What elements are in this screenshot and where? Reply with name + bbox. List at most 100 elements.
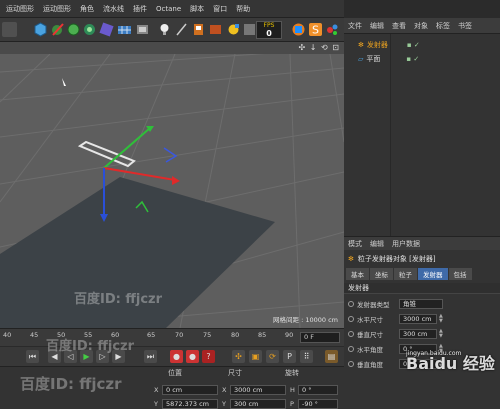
baidu-logo-text: Baidu 经验 [406,354,495,373]
spinner-icon[interactable]: ▲ ▼ [439,314,445,324]
field-label: 水平角度 [357,346,383,354]
om-menu-bookmark[interactable]: 书签 [458,21,472,31]
grid-spacing-label: 网格间距 : 10000 cm [273,316,338,324]
am-menu-edit[interactable]: 编辑 [370,239,384,249]
script-s-icon[interactable]: S [308,22,323,37]
object-row-emitter[interactable]: ✻ 发射器 ▪ ✓ [344,38,500,52]
axis-label: H [290,385,295,394]
menu-bar: 运动图形 运动图形 角色 流水线 插件 Octane 脚本 窗口 帮助 [0,0,344,18]
go-to-end-button[interactable]: ⏭ [144,350,157,363]
record-button[interactable]: ● [170,350,183,363]
parameter-key-icon[interactable]: P [283,350,296,363]
molecule-icon[interactable] [325,22,340,37]
point-level-icon[interactable]: ⠿ [300,350,313,363]
timeline-window-icon[interactable]: ▤ [325,350,338,363]
current-frame-field[interactable]: 0 F [300,332,340,343]
floor-grid-icon[interactable] [117,22,132,37]
tab-include[interactable]: 包括 [448,268,472,280]
object-row-plane[interactable]: ▱ 平面 ▪ ✓ [344,52,500,66]
am-menu-mode[interactable]: 模式 [348,239,362,249]
am-menu-userdata[interactable]: 用户数据 [392,239,420,249]
viewport-nav-icons[interactable]: ✣ ↓ ⟲ ⊡ [299,43,340,52]
emitter-type-select[interactable]: 角锥 [399,299,443,309]
go-to-start-button[interactable]: ⏮ [26,350,39,363]
spinner-icon[interactable]: ▲ ▼ [439,329,445,339]
menu-help[interactable]: 帮助 [236,4,250,14]
fps-display: FPS 0 [256,21,282,39]
coord-row-y: Y 5872.373 cm Y 300 cm P -90 ° [154,398,338,409]
pen-tool-icon[interactable] [50,22,65,37]
autokey-button[interactable]: ● [186,350,199,363]
position-key-icon[interactable]: ✣ [232,350,245,363]
om-menu-edit[interactable]: 编辑 [370,21,384,31]
om-menu-file[interactable]: 文件 [348,21,362,31]
timeline-tick: 80 [231,331,240,339]
keyframe-dot-icon[interactable] [348,361,354,367]
octane-icon[interactable] [242,22,257,37]
position-x-input[interactable]: 0 cm [162,384,218,395]
fps-value: 0 [266,29,272,38]
keyframe-dot-icon[interactable] [348,316,354,322]
vertical-size-input[interactable]: 300 cm [399,329,437,339]
effector-icon[interactable] [291,22,306,37]
menu-octane[interactable]: Octane [156,5,181,13]
object-name[interactable]: 平面 [366,54,400,64]
timeline-tick: 70 [175,331,184,339]
keyframe-dot-icon[interactable] [348,346,354,352]
rotation-key-icon[interactable]: ⟳ [266,350,279,363]
om-column-divider [390,34,391,236]
toolbar-left-edge-icon[interactable] [2,22,17,37]
render-settings-icon[interactable] [191,22,206,37]
keyframe-dot-icon[interactable] [348,301,354,307]
field-label: 垂直尺寸 [357,331,383,339]
3d-viewport[interactable]: ✣ ↓ ⟲ ⊡ 网格间距 : 10000 cm 百度ID: ffjczr [0,42,344,328]
menu-pipeline[interactable]: 流水线 [103,4,124,14]
viewport-scene [0,42,344,328]
tab-coord[interactable]: 坐标 [370,268,393,280]
tab-particle[interactable]: 粒子 [394,268,417,280]
scene-icon[interactable] [135,22,150,37]
cube-icon[interactable] [33,22,48,37]
size-y-input[interactable]: 300 cm [230,398,286,409]
field-label: 发射器类型 [357,301,390,309]
om-menu-view[interactable]: 查看 [392,21,406,31]
am-title-text: 粒子发射器对象 [发射器] [357,255,436,263]
keyframe-dot-icon[interactable] [348,331,354,337]
object-name[interactable]: 发射器 [367,40,401,50]
size-x-input[interactable]: 3000 cm [230,384,286,395]
field-emitter-type: 发射器类型 角锥 [344,297,500,311]
watermark-baidu-id-3: 百度ID: ffjczr [20,375,122,393]
position-y-input[interactable]: 5872.373 cm [162,398,218,409]
menu-mograph-1[interactable]: 运动图形 [6,4,34,14]
menu-character[interactable]: 角色 [80,4,94,14]
keyframe-selection-button[interactable]: ? [202,350,215,363]
render-picture-icon[interactable] [226,22,241,37]
rotation-header: 旋转 [285,369,299,377]
visibility-check-icon[interactable]: ▪ ✓ [407,41,420,49]
subdivision-icon[interactable] [66,22,81,37]
render-view-icon[interactable] [208,22,223,37]
menu-window[interactable]: 窗口 [213,4,227,14]
menu-mograph-2[interactable]: 运动图形 [43,4,71,14]
tab-basic[interactable]: 基本 [346,268,369,280]
array-icon[interactable] [82,22,97,37]
am-section-header: 发射器 [344,283,500,294]
rotation-p-input[interactable]: -90 ° [298,398,338,409]
horizontal-size-input[interactable]: 3000 cm [399,314,437,324]
scale-key-icon[interactable]: ▣ [249,350,262,363]
axis-label: Y [222,399,226,408]
timeline-tick: 85 [258,331,267,339]
visibility-check-icon[interactable]: ▪ ✓ [406,55,419,63]
menu-plugins[interactable]: 插件 [133,4,147,14]
om-menu-tag[interactable]: 标签 [436,21,450,31]
camera-icon[interactable] [174,22,189,37]
light-icon[interactable] [157,22,172,37]
position-header: 位置 [168,369,182,377]
plane-icon: ▱ [358,55,364,63]
menu-script[interactable]: 脚本 [190,4,204,14]
om-menu-object[interactable]: 对象 [414,21,428,31]
rotation-h-input[interactable]: 0 ° [298,384,338,395]
tab-emitter[interactable]: 发射器 [418,268,448,280]
deformer-icon[interactable] [99,22,114,37]
object-manager-menu: 文件 编辑 查看 对象 标签 书签 [344,18,500,34]
